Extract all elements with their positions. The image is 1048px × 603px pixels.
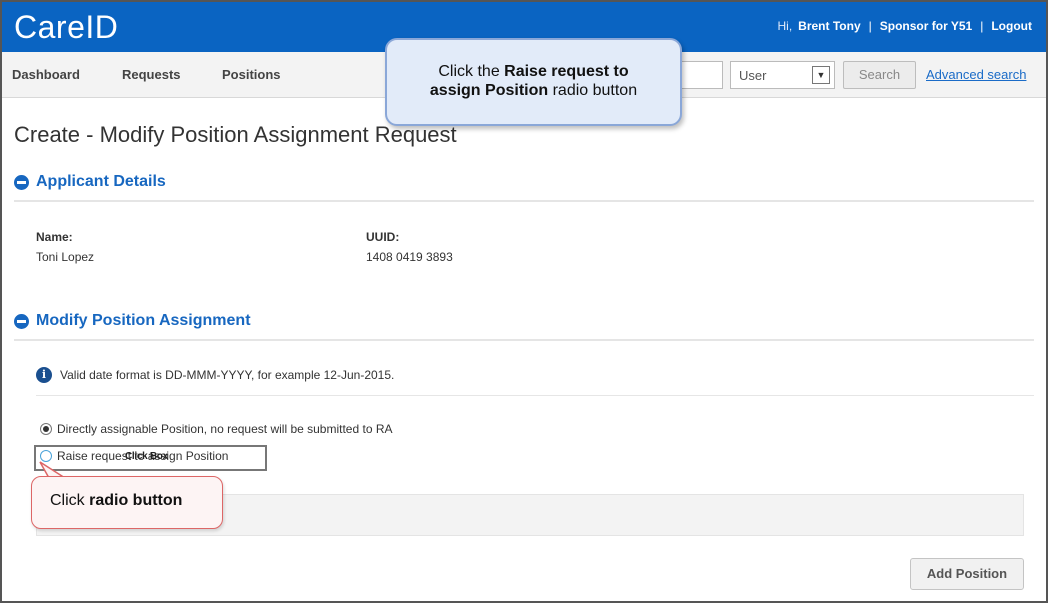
add-position-button[interactable]: Add Position (910, 558, 1024, 590)
radio-direct-label[interactable]: Directly assignable Position, no request… (57, 422, 393, 436)
nav-item-dashboard[interactable]: Dashboard (12, 67, 80, 82)
instruction-callout-bottom: Click radio button (31, 476, 223, 529)
nav-item-requests[interactable]: Requests (122, 67, 181, 82)
collapse-minus-icon[interactable] (14, 313, 29, 329)
section-divider (14, 339, 1034, 341)
callout-bottom-bold: radio button (89, 492, 183, 509)
advanced-search-link[interactable]: Advanced search (926, 67, 1026, 82)
modify-position-title: Modify Position Assignment (36, 312, 251, 329)
separator: | (980, 19, 984, 33)
screen-frame: CareID Hi, Brent Tony | Sponsor for Y51 … (0, 0, 1048, 603)
radio-selected-icon[interactable] (40, 423, 52, 435)
app-logo[interactable]: CareID (14, 9, 118, 46)
applicant-details-header[interactable]: Applicant Details (14, 173, 166, 191)
callout-top-text: radio button (548, 82, 638, 99)
uuid-value: 1408 0419 3893 (366, 250, 453, 264)
page-title: Create - Modify Position Assignment Requ… (14, 122, 457, 147)
date-format-info: i Valid date format is DD-MMM-YYYY, for … (36, 367, 394, 383)
callout-top-text: Click the (438, 63, 505, 80)
instruction-callout-top: Click the Raise request to assign Positi… (385, 38, 682, 126)
callout-bottom-text: Click (50, 492, 90, 509)
search-button[interactable]: Search (843, 61, 916, 89)
greeting-text: Hi, (777, 19, 793, 33)
sponsor-role[interactable]: Sponsor for Y51 (880, 19, 972, 33)
radio-direct-assign[interactable]: Directly assignable Position, no request… (40, 422, 393, 436)
section-divider (14, 200, 1034, 202)
date-format-text: Valid date format is DD-MMM-YYYY, for ex… (60, 368, 395, 382)
search-type-select[interactable]: User ▼ (730, 61, 835, 89)
search-type-value: User (739, 68, 767, 83)
search-input[interactable] (677, 61, 723, 89)
info-icon: i (36, 367, 52, 383)
user-name[interactable]: Brent Tony (798, 19, 860, 33)
logout-link[interactable]: Logout (991, 19, 1032, 33)
chevron-down-icon[interactable]: ▼ (812, 66, 830, 84)
separator: | (868, 19, 872, 33)
name-label: Name: (36, 230, 73, 244)
name-value: Toni Lopez (36, 250, 95, 264)
applicant-details-title: Applicant Details (36, 173, 166, 190)
info-divider (36, 395, 1034, 396)
callout-top-bold: assign Position (429, 82, 549, 99)
click-box-label: Click Box (125, 451, 168, 462)
collapse-minus-icon[interactable] (14, 174, 29, 190)
modify-position-header[interactable]: Modify Position Assignment (14, 312, 251, 330)
nav-item-positions[interactable]: Positions (222, 67, 281, 82)
callout-top-bold: Raise request to (504, 63, 629, 80)
user-bar: Hi, Brent Tony | Sponsor for Y51 | Logou… (778, 19, 1033, 33)
uuid-label: UUID: (366, 230, 400, 244)
